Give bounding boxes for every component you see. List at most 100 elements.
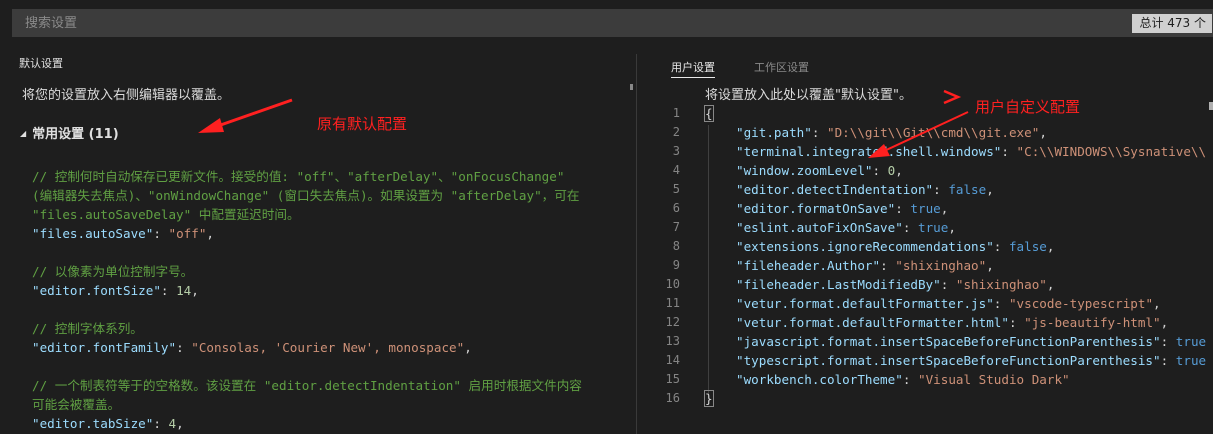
code-comment: // 控制何时自动保存已更新文件。接受的值: "off"、"afterDelay… xyxy=(32,169,565,184)
setting-key: "git.path" xyxy=(736,125,812,140)
setting-value: true xyxy=(1175,334,1207,349)
code-separator: : xyxy=(160,283,177,298)
code-punctuation: , xyxy=(948,220,956,235)
code-punctuation: , xyxy=(206,226,215,241)
code-comment: "files.autoSaveDelay" 中配置延迟时间。 xyxy=(32,207,300,222)
setting-value: false xyxy=(948,182,987,197)
code-line: 可能会被覆盖。 xyxy=(32,395,120,414)
code-line: "fileheader.Author": "shixinghao", xyxy=(736,256,994,275)
setting-value: "Visual Studio Dark" xyxy=(917,372,1070,387)
code-line: "editor.fontFamily": "Consolas, 'Courier… xyxy=(32,338,472,357)
default-settings-pane: 默认设置 将您的设置放入右侧编辑器以覆盖。 ◢ 常用设置 (11) // 控制何时… xyxy=(0,45,636,434)
setting-key: "eslint.autoFixOnSave" xyxy=(736,220,903,235)
code-line: "workbench.colorTheme": "Visual Studio D… xyxy=(736,370,1070,389)
tab-workspace-settings[interactable]: 工作区设置 xyxy=(754,59,809,75)
code-separator: : xyxy=(902,220,918,235)
line-number: 3 xyxy=(672,144,680,158)
close-brace: } xyxy=(704,390,714,407)
setting-key: "javascript.format.insertSpaceBeforeFunc… xyxy=(736,334,1161,349)
setting-value: 4 xyxy=(168,416,177,431)
indent-guide xyxy=(708,125,709,395)
code-separator: : xyxy=(933,182,949,197)
right-scrollbar-marker[interactable] xyxy=(1209,102,1213,110)
setting-key: "window.zoomLevel" xyxy=(736,163,873,178)
code-separator: : xyxy=(176,340,192,355)
setting-key: "editor.fontFamily" xyxy=(32,340,177,355)
code-separator: : xyxy=(902,372,918,387)
code-punctuation: , xyxy=(1039,125,1047,140)
code-punctuation: , xyxy=(191,283,199,298)
code-comment: 可能会被覆盖。 xyxy=(32,397,121,412)
code-separator: : xyxy=(872,163,888,178)
setting-value: 14 xyxy=(176,283,192,298)
setting-key: "vetur.format.defaultFormatter.html" xyxy=(736,315,1009,330)
setting-value: "C:\\WINDOWS\\Sysnative\\ xyxy=(1016,144,1207,159)
code-line: // 一个制表符等于的空格数。该设置在 "editor.detectIndent… xyxy=(32,376,582,395)
code-separator: : xyxy=(1160,334,1176,349)
left-scrollbar-marker[interactable] xyxy=(630,84,633,90)
line-number: 12 xyxy=(665,315,680,329)
code-separator: : xyxy=(940,277,956,292)
code-comment: (编辑器失去焦点)、"onWindowChange" (窗口失去焦点)。如果设置… xyxy=(32,188,580,203)
code-separator: : xyxy=(1001,144,1017,159)
code-comment: // 一个制表符等于的空格数。该设置在 "editor.detectIndent… xyxy=(32,378,582,393)
settings-group-title: 常用设置 (11) xyxy=(32,127,119,142)
setting-key: "editor.tabSize" xyxy=(32,416,154,431)
line-number: 11 xyxy=(665,296,680,310)
setting-value: "Consolas, 'Courier New', monospace" xyxy=(191,340,465,355)
setting-key: "files.autoSave" xyxy=(32,226,154,241)
settings-search-input[interactable] xyxy=(13,10,1135,36)
setting-key: "editor.formatOnSave" xyxy=(736,201,896,216)
code-line: "editor.formatOnSave": true, xyxy=(736,199,948,218)
setting-value: true xyxy=(917,220,949,235)
setting-value: true xyxy=(1175,353,1207,368)
setting-value: "shixinghao" xyxy=(895,258,987,273)
line-number: 1 xyxy=(672,106,680,120)
line-number: 14 xyxy=(665,353,680,367)
code-punctuation: , xyxy=(176,416,184,431)
settings-count-badge: 总计 473 个 xyxy=(1132,14,1212,33)
code-line: "editor.detectIndentation": false, xyxy=(736,180,994,199)
line-number: 13 xyxy=(665,334,680,348)
default-settings-hint: 将您的设置放入右侧编辑器以覆盖。 xyxy=(22,88,231,103)
setting-value: "vscode-typescript" xyxy=(1008,296,1154,311)
code-separator: : xyxy=(811,125,827,140)
line-number: 7 xyxy=(672,220,680,234)
code-line: // 以像素为单位控制字号。 xyxy=(32,262,193,281)
setting-key: "typescript.format.insertSpaceBeforeFunc… xyxy=(736,353,1161,368)
settings-search-bar[interactable]: 总计 473 个 xyxy=(12,9,1213,37)
line-number: 9 xyxy=(672,258,680,272)
code-punctuation: , xyxy=(1153,296,1161,311)
code-line: // 控制何时自动保存已更新文件。接受的值: "off"、"afterDelay… xyxy=(32,167,564,186)
code-separator: : xyxy=(993,296,1009,311)
line-number: 8 xyxy=(672,239,680,253)
code-line: (编辑器失去焦点)、"onWindowChange" (窗口失去焦点)。如果设置… xyxy=(32,186,579,205)
setting-value: "shixinghao" xyxy=(955,277,1047,292)
setting-value: "js-beautify-html" xyxy=(1024,315,1161,330)
code-separator: : xyxy=(153,226,169,241)
setting-key: "terminal.integrated.shell.windows" xyxy=(736,144,1002,159)
code-line: "editor.tabSize": 4, xyxy=(32,414,184,433)
code-punctuation: , xyxy=(1046,277,1055,292)
line-number: 6 xyxy=(672,201,680,215)
code-line: } xyxy=(704,389,714,408)
code-line: "eslint.autoFixOnSave": true, xyxy=(736,218,956,237)
settings-group-header[interactable]: ◢ 常用设置 (11) xyxy=(20,123,119,142)
code-separator: : xyxy=(895,201,911,216)
code-line: "javascript.format.insertSpaceBeforeFunc… xyxy=(736,332,1206,351)
code-line: // 控制字体系列。 xyxy=(32,319,143,338)
line-number: 4 xyxy=(672,163,680,177)
code-punctuation: , xyxy=(464,340,472,355)
setting-value: "D:\\git\\Git\\cmd\\git.exe" xyxy=(827,125,1040,140)
line-number: 10 xyxy=(665,277,680,291)
code-separator: : xyxy=(153,416,169,431)
code-line: { xyxy=(704,104,714,123)
code-line: "typescript.format.insertSpaceBeforeFunc… xyxy=(736,351,1206,370)
collapse-caret-icon[interactable]: ◢ xyxy=(20,129,26,138)
code-punctuation: , xyxy=(895,163,903,178)
setting-key: "editor.detectIndentation" xyxy=(736,182,934,197)
annotation-default-label: 原有默认配置 xyxy=(317,115,408,133)
code-punctuation: , xyxy=(986,182,994,197)
setting-key: "fileheader.LastModifiedBy" xyxy=(736,277,941,292)
tab-user-settings[interactable]: 用户设置 xyxy=(671,59,715,78)
